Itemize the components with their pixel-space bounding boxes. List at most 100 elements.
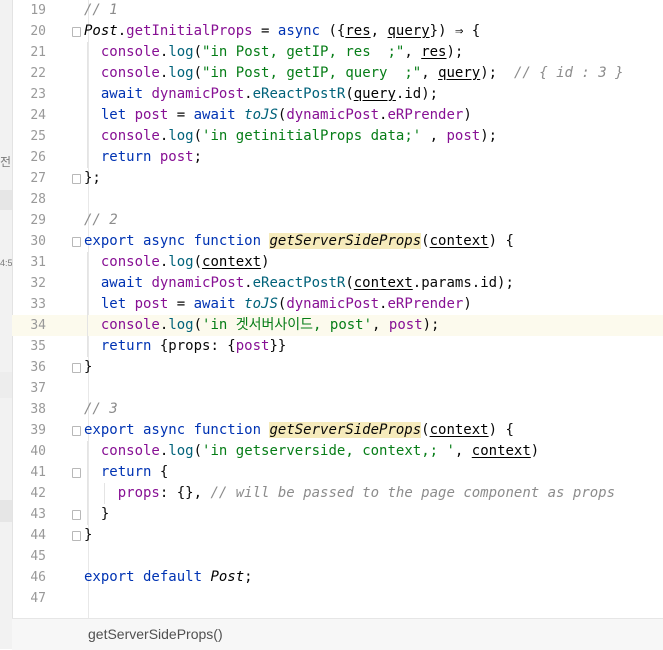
code-text[interactable]: console.log('in getinitialProps data;' ,…: [101, 126, 497, 147]
code-line[interactable]: 26 return post;: [12, 147, 663, 168]
line-number[interactable]: 32: [12, 273, 46, 294]
code-token: post: [134, 107, 169, 123]
code-text[interactable]: // 2: [84, 210, 118, 231]
line-number[interactable]: 44: [12, 525, 46, 546]
code-text[interactable]: export async function getServerSideProps…: [84, 420, 514, 441]
fold-marker-icon[interactable]: [72, 510, 81, 520]
code-line[interactable]: 38 // 3: [12, 399, 663, 420]
line-number[interactable]: 38: [12, 399, 46, 420]
code-line[interactable]: 23 await dynamicPost.eReactPostR(query.id…: [12, 84, 663, 105]
code-token: let: [100, 296, 135, 312]
code-token: );: [446, 44, 464, 60]
line-number[interactable]: 30: [12, 231, 46, 252]
code-line[interactable]: 22 console.log("in Post, getIP, query ;",…: [12, 63, 663, 84]
code-text[interactable]: await dynamicPost.eReactPostR(query.id);: [101, 84, 438, 105]
code-text[interactable]: }: [84, 525, 92, 546]
code-text[interactable]: return post;: [101, 147, 202, 168]
line-number[interactable]: 29: [12, 210, 46, 231]
code-text[interactable]: console.log("in Post, getIP, query ;", q…: [101, 63, 624, 84]
code-line[interactable]: 36}: [12, 357, 663, 378]
line-number[interactable]: 47: [12, 588, 46, 609]
code-text[interactable]: }: [101, 504, 109, 525]
code-text[interactable]: console.log('in getserverside, context,;…: [101, 441, 539, 462]
code-line[interactable]: 25 console.log('in getinitialProps data;'…: [12, 126, 663, 147]
code-line[interactable]: 34 console.log('in 겟서버사이드, post', post);: [12, 315, 663, 336]
line-number[interactable]: 19: [12, 0, 46, 21]
line-number[interactable]: 37: [12, 378, 46, 399]
code-text[interactable]: }: [84, 357, 92, 378]
line-number[interactable]: 25: [12, 126, 46, 147]
line-number[interactable]: 42: [12, 483, 46, 504]
code-line[interactable]: 30 export async function getServerSidePro…: [12, 231, 663, 252]
code-line[interactable]: 35 return {props: {post}}: [12, 336, 663, 357]
code-text[interactable]: };: [84, 168, 101, 189]
line-number[interactable]: 22: [12, 63, 46, 84]
fold-marker-icon[interactable]: [72, 237, 81, 247]
code-text[interactable]: // 3: [84, 399, 118, 420]
code-text[interactable]: let post = await toJS(dynamicPost.eRPren…: [101, 105, 472, 126]
code-text[interactable]: export async function getServerSideProps…: [84, 231, 514, 252]
line-number[interactable]: 39: [12, 420, 46, 441]
line-number[interactable]: 34: [12, 315, 46, 336]
fold-marker-icon[interactable]: [72, 363, 81, 373]
fold-marker-icon[interactable]: [72, 426, 81, 436]
code-token: ,: [421, 128, 447, 144]
code-line[interactable]: 32 await dynamicPost.eReactPostR(context.…: [12, 273, 663, 294]
line-number[interactable]: 31: [12, 252, 46, 273]
line-number[interactable]: 46: [12, 567, 46, 588]
code-line[interactable]: 31 console.log(context): [12, 252, 663, 273]
line-number[interactable]: 28: [12, 189, 46, 210]
line-number[interactable]: 41: [12, 462, 46, 483]
code-line[interactable]: 39 export async function getServerSidePro…: [12, 420, 663, 441]
code-line[interactable]: 27};: [12, 168, 663, 189]
code-line[interactable]: 40 console.log('in getserverside, context…: [12, 441, 663, 462]
fold-marker-icon[interactable]: [72, 27, 81, 37]
code-line[interactable]: 41 return {: [12, 462, 663, 483]
line-number[interactable]: 40: [12, 441, 46, 462]
code-line[interactable]: 24 let post = await toJS(dynamicPost.eRPr…: [12, 105, 663, 126]
line-number[interactable]: 23: [12, 84, 46, 105]
code-line[interactable]: 46 export default Post;: [12, 567, 663, 588]
code-line[interactable]: 42 props: {}, // will be passed to the pa…: [12, 483, 663, 504]
code-line[interactable]: 19 // 1: [12, 0, 663, 21]
line-number[interactable]: 43: [12, 504, 46, 525]
line-number[interactable]: 21: [12, 42, 46, 63]
code-line[interactable]: 21 console.log("in Post, getIP, res ;", r…: [12, 42, 663, 63]
fold-marker-icon[interactable]: [72, 468, 81, 478]
code-line[interactable]: 33 let post = await toJS(dynamicPost.eRPr…: [12, 294, 663, 315]
code-line[interactable]: 44}: [12, 525, 663, 546]
code-text[interactable]: return {: [101, 462, 168, 483]
code-text[interactable]: await dynamicPost.eReactPostR(context.pa…: [101, 273, 514, 294]
line-number[interactable]: 45: [12, 546, 46, 567]
code-line[interactable]: 28: [12, 189, 663, 210]
code-text[interactable]: export default Post;: [84, 567, 253, 588]
code-text[interactable]: props: {}, // will be passed to the page…: [118, 483, 615, 504]
line-number[interactable]: 24: [12, 105, 46, 126]
code-line[interactable]: 45: [12, 546, 663, 567]
code-text[interactable]: console.log('in 겟서버사이드, post', post);: [101, 315, 440, 336]
fold-marker-icon[interactable]: [72, 531, 81, 541]
code-line[interactable]: 29 // 2: [12, 210, 663, 231]
code-token: console: [100, 317, 160, 333]
code-text[interactable]: Post.getInitialProps = async ({res, quer…: [84, 21, 480, 42]
fold-marker-icon[interactable]: [72, 174, 81, 184]
code-editor[interactable]: 19 // 1 20 Post.getInitialProps = async ({r…: [12, 0, 663, 618]
code-line[interactable]: 47: [12, 588, 663, 609]
code-text[interactable]: // 1: [84, 0, 118, 21]
line-number[interactable]: 27: [12, 168, 46, 189]
line-number[interactable]: 35: [12, 336, 46, 357]
code-text[interactable]: let post = await toJS(dynamicPost.eRPren…: [101, 294, 472, 315]
code-token: log: [168, 65, 194, 81]
code-text[interactable]: return {props: {post}}: [101, 336, 286, 357]
code-line[interactable]: 43}: [12, 504, 663, 525]
code-text[interactable]: console.log(context): [101, 252, 270, 273]
line-number[interactable]: 36: [12, 357, 46, 378]
line-number[interactable]: 20: [12, 21, 46, 42]
indent-guide: [87, 126, 88, 147]
line-number[interactable]: 33: [12, 294, 46, 315]
code-text[interactable]: console.log("in Post, getIP, res ;", res…: [101, 42, 464, 63]
line-number[interactable]: 26: [12, 147, 46, 168]
code-line[interactable]: 37: [12, 378, 663, 399]
breadcrumb-function[interactable]: getServerSideProps(): [88, 619, 223, 650]
code-line[interactable]: 20 Post.getInitialProps = async ({res, qu…: [12, 21, 663, 42]
